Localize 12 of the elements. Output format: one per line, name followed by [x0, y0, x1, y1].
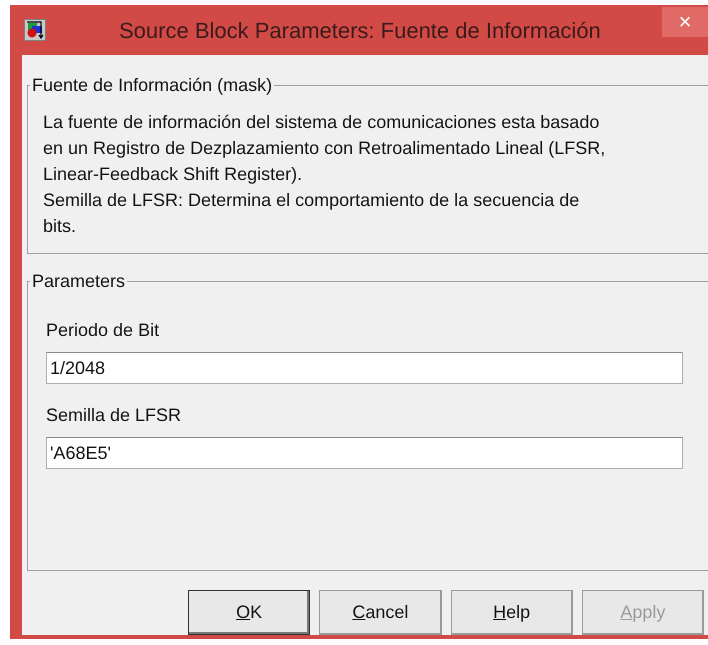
group-title: Parameters	[31, 270, 126, 293]
field-label: Periodo de Bit	[46, 319, 160, 342]
window-title: Source Block Parameters: Fuente de Información	[119, 16, 601, 44]
input-field[interactable]: 1/2048	[46, 352, 683, 384]
description-text: La fuente de información del sistema de comunicaciones esta basado en un Registro de Dezplazamiento con Retroalimentado Lineal (LFSR, Linear-Feedback Shift Register). Semilla de LFSR: Determina el comportamiento de la secuencia de bits.	[43, 111, 606, 238]
input-field[interactable]: 'A68E5'	[46, 437, 683, 469]
block-icon	[24, 19, 46, 41]
dialog-button[interactable]: Help	[450, 590, 573, 635]
dialog-button[interactable]: Cancel	[319, 590, 442, 635]
dialog-button[interactable]: OK	[188, 590, 310, 635]
field-label: Semilla de LFSR	[46, 404, 182, 427]
group-title: Fuente de Información (mask)	[31, 74, 274, 97]
